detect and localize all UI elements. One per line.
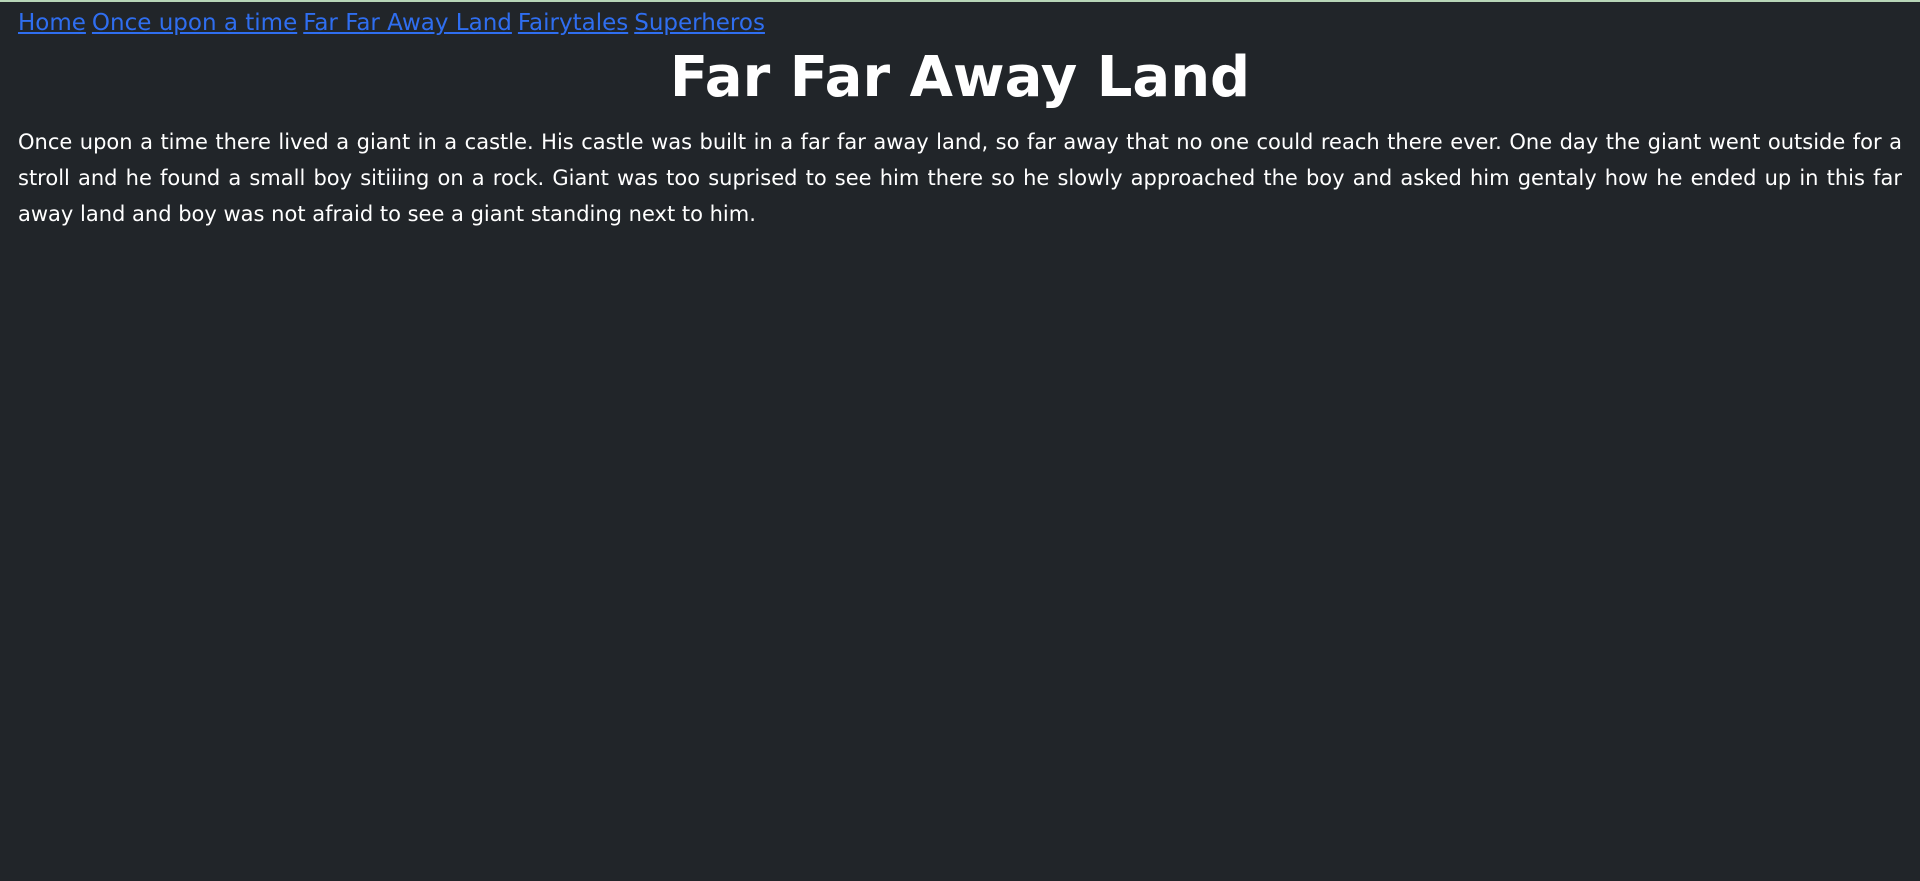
top-nav: Home Once upon a time Far Far Away Land Fai… bbox=[18, 8, 771, 38]
nav-link-far-far-away-land[interactable]: Far Far Away Land bbox=[303, 10, 512, 36]
nav-link-fairytales[interactable]: Fairytales bbox=[518, 10, 628, 36]
page-title: Far Far Away Land bbox=[669, 45, 1251, 110]
nav-link-home[interactable]: Home bbox=[18, 10, 86, 36]
story-paragraph: Once upon a time there lived a giant in … bbox=[18, 130, 1902, 226]
nav-link-once-upon-a-time[interactable]: Once upon a time bbox=[92, 10, 297, 36]
nav-link-superheros[interactable]: Superheros bbox=[634, 10, 765, 36]
top-border bbox=[0, 0, 1920, 2]
